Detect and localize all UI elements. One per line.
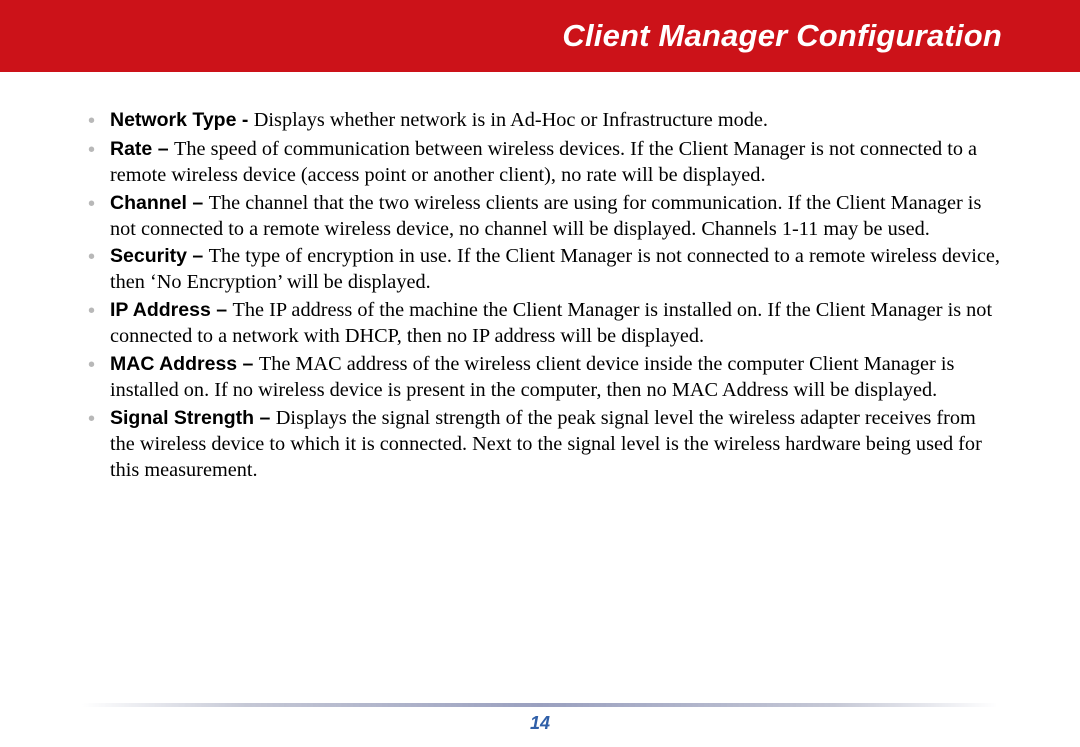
bullet-icon: • (88, 406, 110, 433)
bullet-icon: • (88, 352, 110, 379)
term-label: IP Address (110, 299, 211, 321)
list-item-body: Channel – The channel that the two wirel… (110, 191, 1002, 243)
term-description: The IP address of the machine the Client… (110, 299, 992, 347)
list-item: •MAC Address – The MAC address of the wi… (88, 352, 1002, 404)
list-item: •Network Type - Displays whether network… (88, 108, 1002, 135)
bullet-icon: • (88, 298, 110, 325)
list-item: •Rate – The speed of communication betwe… (88, 137, 1002, 189)
term-separator: – (237, 353, 259, 375)
bullet-icon: • (88, 108, 110, 135)
list-item-body: Rate – The speed of communication betwee… (110, 137, 1002, 189)
term-label: Signal Strength (110, 407, 254, 429)
term-description: The channel that the two wireless client… (110, 192, 981, 240)
term-label: Channel (110, 192, 187, 214)
term-separator: – (152, 138, 174, 160)
term-separator: – (254, 407, 276, 429)
list-item-body: MAC Address – The MAC address of the wir… (110, 352, 1002, 404)
term-separator: – (187, 245, 209, 267)
list-item-body: Security – The type of encryption in use… (110, 244, 1002, 296)
term-description: The speed of communication between wirel… (110, 138, 977, 186)
bullet-icon: • (88, 244, 110, 271)
page: Client Manager Configuration •Network Ty… (0, 0, 1080, 747)
term-separator: – (187, 192, 209, 214)
term-separator: – (211, 299, 233, 321)
list-item: •IP Address – The IP address of the mach… (88, 298, 1002, 350)
footer-divider (82, 703, 998, 707)
list-item: •Security – The type of encryption in us… (88, 244, 1002, 296)
content-list: •Network Type - Displays whether network… (88, 108, 1002, 486)
page-number: 14 (0, 713, 1080, 734)
term-description: Displays whether network is in Ad-Hoc or… (254, 109, 768, 131)
header-title: Client Manager Configuration (562, 18, 1002, 54)
term-separator: - (236, 109, 253, 131)
list-item-body: Network Type - Displays whether network … (110, 108, 1002, 134)
list-item-body: Signal Strength – Displays the signal st… (110, 406, 1002, 484)
term-label: Network Type (110, 109, 236, 131)
term-label: MAC Address (110, 353, 237, 375)
bullet-icon: • (88, 191, 110, 218)
term-label: Rate (110, 138, 152, 160)
term-label: Security (110, 245, 187, 267)
bullet-icon: • (88, 137, 110, 164)
list-item: •Signal Strength – Displays the signal s… (88, 406, 1002, 484)
list-item-body: IP Address – The IP address of the machi… (110, 298, 1002, 350)
list-item: •Channel – The channel that the two wire… (88, 191, 1002, 243)
term-description: The type of encryption in use. If the Cl… (110, 245, 1000, 293)
